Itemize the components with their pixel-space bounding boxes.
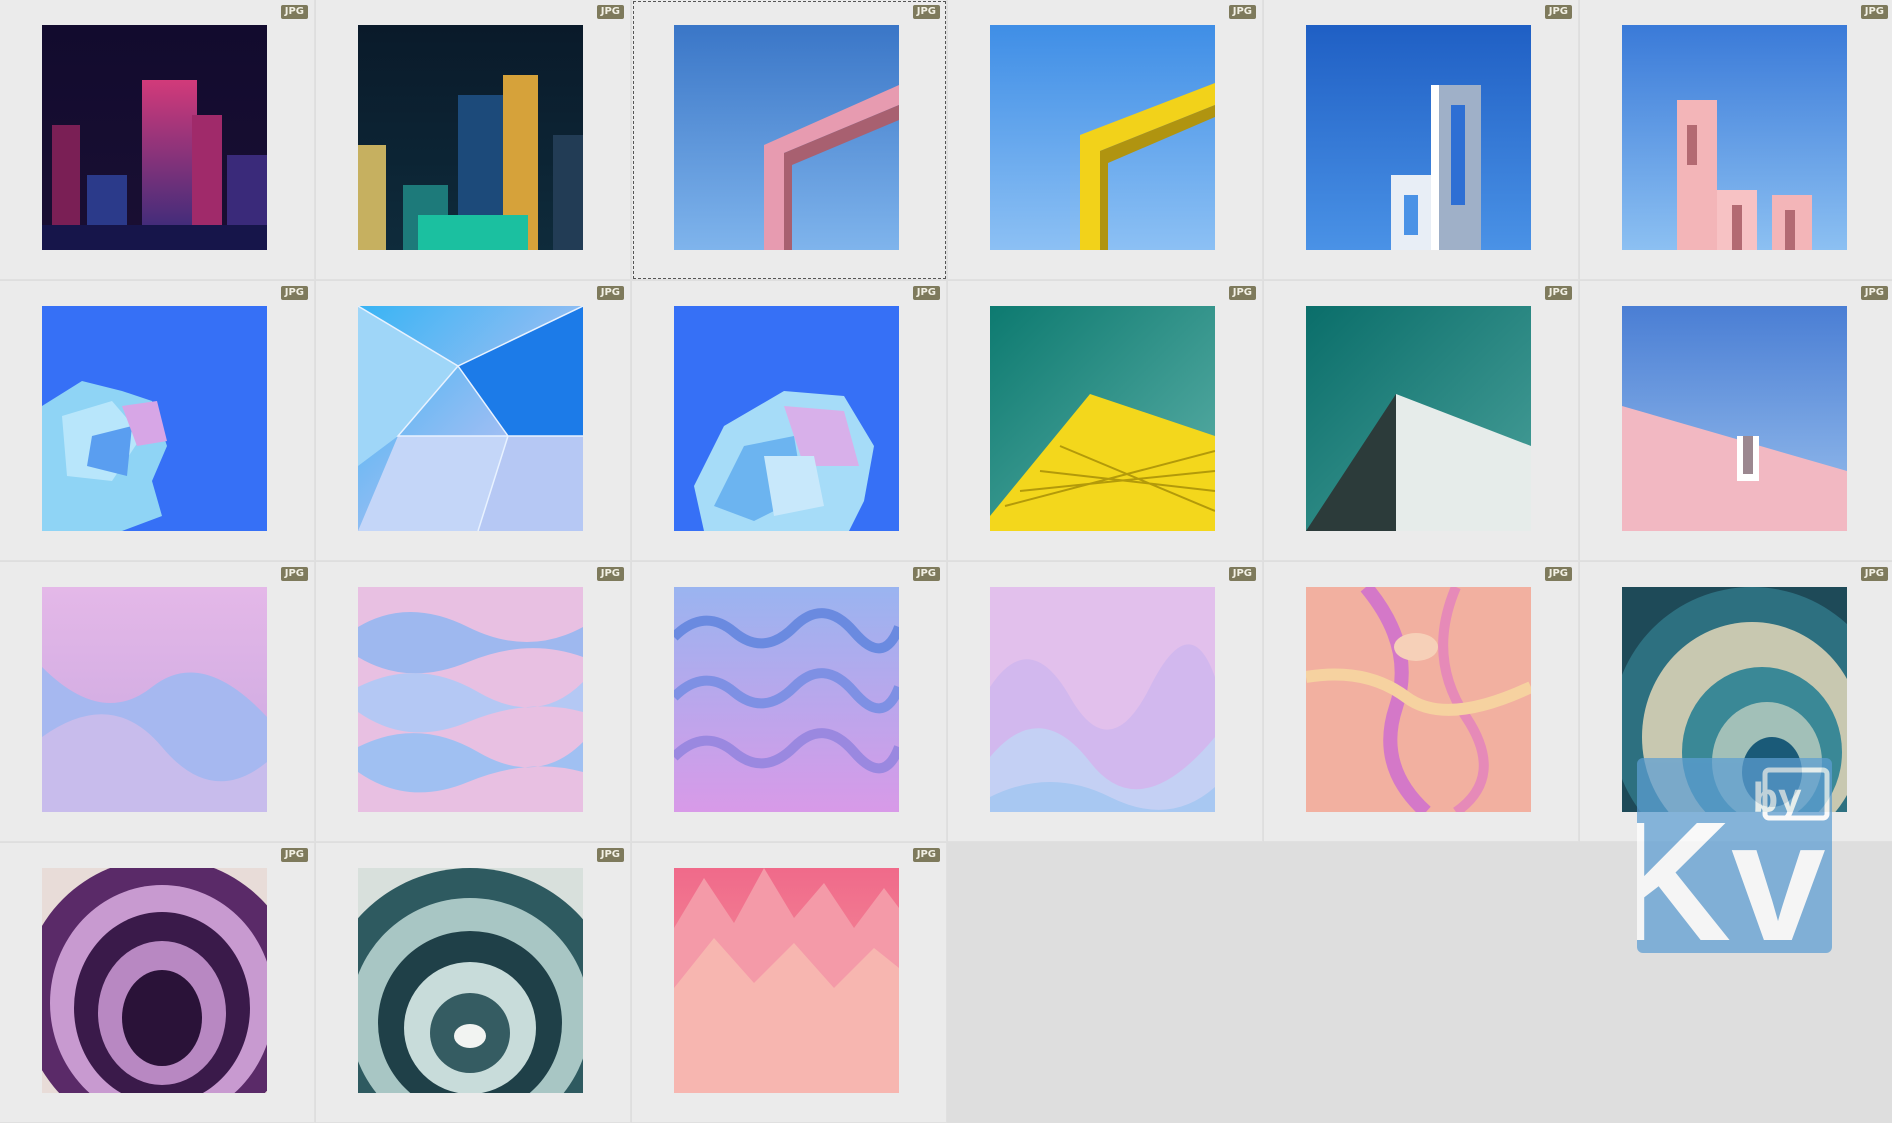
thumbnail-pastel-ripples[interactable]: JPG — [316, 562, 631, 842]
file-type-badge: JPG — [912, 5, 940, 19]
thumbnail-pink-wall-sky[interactable]: JPG — [1580, 281, 1892, 561]
thumbnail-image — [674, 868, 899, 1093]
thumbnail-purple-dunes[interactable]: JPG — [632, 562, 947, 842]
file-type-badge: JPG — [1860, 5, 1888, 19]
file-type-badge: JPG — [596, 567, 624, 581]
thumbnail-image — [674, 25, 899, 250]
file-type-badge: JPG — [596, 848, 624, 862]
thumbnail-neon-city-pink[interactable]: JPG — [0, 0, 315, 280]
file-type-badge: JPG — [1544, 286, 1572, 300]
thumbnail-image — [674, 306, 899, 531]
thumbnail-crystal-flower-left[interactable]: JPG — [0, 281, 315, 561]
thumbnail-image — [1622, 306, 1847, 531]
file-type-badge: JPG — [280, 5, 308, 19]
thumbnail-yellow-frame-sky[interactable]: JPG — [948, 0, 1263, 280]
thumbnail-image — [1622, 25, 1847, 250]
thumbnail-lavender-wave[interactable]: JPG — [0, 562, 315, 842]
file-type-badge: JPG — [280, 286, 308, 300]
thumbnail-pink-frame-sky[interactable]: JPG — [632, 0, 947, 280]
thumbnail-image — [1306, 25, 1531, 250]
thumbnail-crystal-flower-bottom[interactable]: JPG — [632, 281, 947, 561]
thumbnail-purple-agate[interactable]: JPG — [0, 843, 315, 1123]
file-type-badge: JPG — [912, 848, 940, 862]
thumbnail-coral-peaks[interactable]: JPG — [632, 843, 947, 1123]
kv-watermark-logo: by Kv — [1608, 758, 1832, 977]
thumbnail-blue-polygon-web[interactable]: JPG — [316, 281, 631, 561]
thumbnail-image — [674, 587, 899, 812]
thumbnail-image — [358, 868, 583, 1093]
file-type-badge: JPG — [596, 286, 624, 300]
file-type-badge: JPG — [1228, 286, 1256, 300]
file-type-badge: JPG — [1860, 567, 1888, 581]
thumbnail-white-building-teal[interactable]: JPG — [1264, 281, 1579, 561]
svg-text:Kv: Kv — [1637, 787, 1826, 953]
thumbnail-image — [990, 306, 1215, 531]
thumbnail-image — [990, 587, 1215, 812]
file-type-badge: JPG — [280, 567, 308, 581]
thumbnail-yellow-building-teal[interactable]: JPG — [948, 281, 1263, 561]
file-type-badge: JPG — [1228, 5, 1256, 19]
kv-logo-icon: by Kv — [1608, 767, 1830, 977]
thumbnail-grid: JPG JPG JPG JPG JPG JPG JPG JPG JPG JPG JPG JPG JPG J… — [0, 0, 1892, 1123]
thumbnail-lilac-hills[interactable]: JPG — [948, 562, 1263, 842]
file-type-badge: JPG — [280, 848, 308, 862]
file-type-badge: JPG — [912, 286, 940, 300]
thumbnail-pink-towers-sky[interactable]: JPG — [1580, 0, 1892, 280]
thumbnail-image — [42, 306, 267, 531]
thumbnail-image — [1306, 587, 1531, 812]
thumbnail-image — [358, 25, 583, 250]
thumbnail-image — [358, 587, 583, 812]
thumbnail-image — [42, 868, 267, 1093]
file-type-badge: JPG — [1860, 286, 1888, 300]
thumbnail-image — [42, 587, 267, 812]
file-type-badge: JPG — [912, 567, 940, 581]
thumbnail-image — [358, 306, 583, 531]
thumbnail-white-towers-sky[interactable]: JPG — [1264, 0, 1579, 280]
file-type-badge: JPG — [1228, 567, 1256, 581]
thumbnail-neon-city-gold[interactable]: JPG — [316, 0, 631, 280]
thumbnail-teal-agate-rings[interactable]: JPG — [316, 843, 631, 1123]
file-type-badge: JPG — [596, 5, 624, 19]
file-type-badge: JPG — [1544, 5, 1572, 19]
thumbnail-image — [1306, 306, 1531, 531]
thumbnail-image — [990, 25, 1215, 250]
thumbnail-orange-liquid[interactable]: JPG — [1264, 562, 1579, 842]
thumbnail-image — [42, 25, 267, 250]
file-type-badge: JPG — [1544, 567, 1572, 581]
